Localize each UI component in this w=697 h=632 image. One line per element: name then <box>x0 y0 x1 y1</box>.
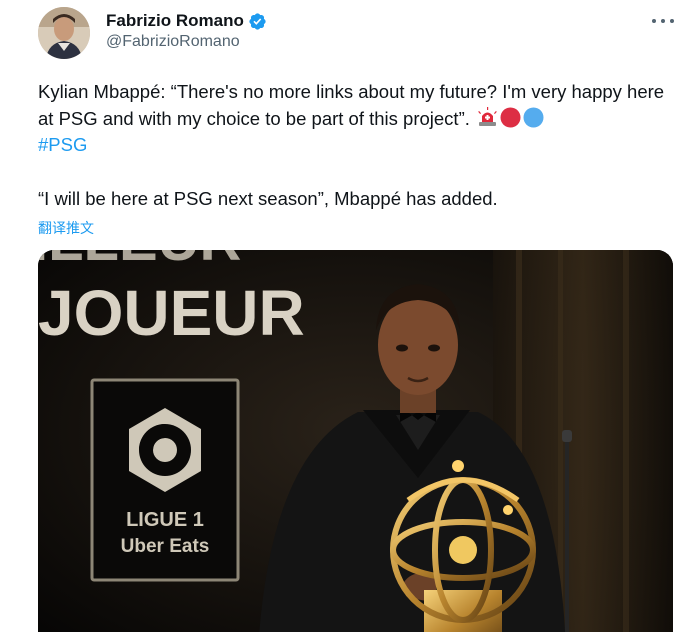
translate-tweet-link[interactable]: 翻译推文 <box>38 218 94 238</box>
author-handle[interactable]: @FabrizioRomano <box>106 33 267 51</box>
hashtag-link[interactable]: #PSG <box>38 134 87 155</box>
tweet-text-quote: Kylian Mbappé: “There's no more links ab… <box>38 81 665 129</box>
tweet-media-photo[interactable]: ILLEUR JOUEUR LIGUE 1 Uber Eats <box>38 250 673 632</box>
author-info: Fabrizio Romano @FabrizioRomano <box>106 10 267 51</box>
tweet-text: Kylian Mbappé: “There's no more links ab… <box>38 79 678 159</box>
author-avatar[interactable] <box>38 7 90 59</box>
tweet-text-followup: “I will be here at PSG next season”, Mba… <box>38 188 498 209</box>
microphone-stand-right <box>565 433 569 632</box>
ligue1-logo-line1: LIGUE 1 <box>126 509 204 531</box>
ligue1-logo-line2: Uber Eats <box>121 536 210 557</box>
siren-emoji-icon <box>477 106 498 128</box>
verified-badge-icon <box>248 12 267 31</box>
red-circle-emoji-icon <box>500 107 521 128</box>
backdrop-text: ILLEUR <box>38 250 241 273</box>
tweet: Fabrizio Romano @FabrizioRomano Kylian M… <box>0 0 697 632</box>
blue-circle-emoji-icon <box>523 107 544 128</box>
backdrop-joueur: JOUEUR <box>38 277 305 349</box>
author-name[interactable]: Fabrizio Romano <box>106 11 244 31</box>
more-options-icon[interactable] <box>652 12 674 30</box>
